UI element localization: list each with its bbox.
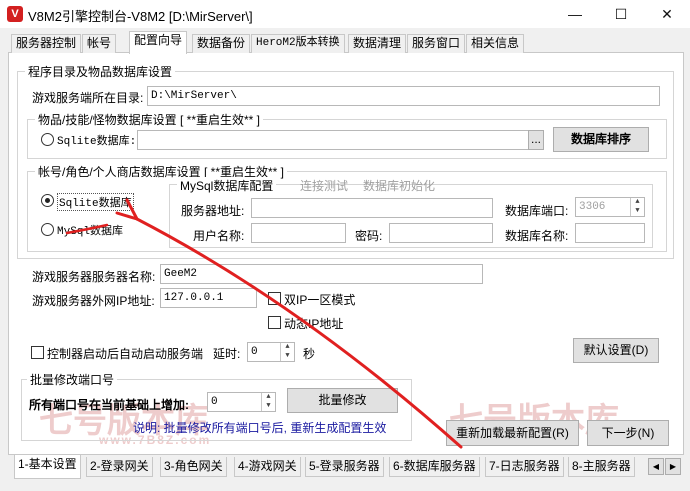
batch-ports-note: 说明: 批量修改所有端口号后, 重新生成配置生效: [133, 421, 387, 435]
server-addr-input[interactable]: [251, 198, 493, 218]
minimize-button[interactable]: —: [552, 0, 598, 28]
title-bar: V V8M2引擎控制台-V8M2 [D:\MirServer\] — ☐ ✕: [0, 0, 690, 28]
server-ip-label: 游戏服务器外网IP地址:: [32, 294, 155, 308]
items-db-group-title: 物品/技能/怪物数据库设置 [ **重启生效** ]: [35, 111, 264, 128]
port-increase-spinner[interactable]: ▲ ▼: [261, 393, 275, 411]
delay-value: 0: [251, 346, 258, 358]
browse-button[interactable]: ...: [528, 130, 544, 150]
delay-unit-label: 秒: [303, 347, 316, 361]
bottom-tab-db-server[interactable]: 6-数据库服务器: [389, 457, 480, 477]
username-input[interactable]: [251, 223, 346, 243]
autostart-label: 控制器启动后自动启动服务端: [47, 347, 204, 361]
program-dir-group-title: 程序目录及物品数据库设置: [25, 63, 176, 80]
bottom-tab-log-server[interactable]: 7-日志服务器: [485, 457, 564, 477]
next-step-button[interactable]: 下一步(N): [587, 420, 669, 446]
tab-service-window[interactable]: 服务窗口: [407, 34, 466, 53]
tab-config-wizard[interactable]: 配置向导: [129, 31, 188, 54]
db-port-value: 3306: [579, 201, 606, 213]
delay-spinner[interactable]: ▲ ▼: [280, 343, 294, 361]
server-dir-input[interactable]: D:\MirServer\: [147, 86, 660, 106]
password-input[interactable]: [389, 223, 493, 243]
items-sqlite-input[interactable]: [137, 130, 529, 150]
bottom-tab-login-gate[interactable]: 2-登录网关: [86, 457, 153, 477]
server-addr-label: 服务器地址:: [181, 204, 245, 218]
server-dir-label: 游戏服务端所在目录:: [32, 91, 144, 105]
dual-ip-label: 双IP一区模式: [284, 293, 356, 307]
db-port-spinner[interactable]: ▲ ▼: [630, 198, 644, 216]
db-sort-button[interactable]: 数据库排序: [553, 127, 649, 152]
bottom-tab-basic-settings[interactable]: 1-基本设置: [14, 455, 81, 479]
tab-data-cleanup[interactable]: 数据清理: [348, 34, 407, 53]
db-port-input[interactable]: 3306 ▲ ▼: [575, 197, 645, 217]
tabs-scroll-right-button[interactable]: ▶: [665, 458, 681, 475]
dynamic-ip-label: 动态IP地址: [284, 317, 344, 331]
tab-herom2-convert[interactable]: HeroM2版本转换: [251, 34, 345, 53]
config-wizard-panel: 七号版本库 七号版本库 www.7B8Z.com 程序目录及物品数据库设置 游戏…: [8, 53, 684, 455]
items-sqlite-label: Sqlite数据库:: [57, 136, 137, 148]
autostart-checkbox[interactable]: [31, 346, 44, 359]
account-sqlite-radio[interactable]: [41, 194, 54, 207]
bottom-tab-game-gate[interactable]: 4-游戏网关: [234, 457, 301, 477]
account-mysql-label: MySql数据库: [57, 226, 124, 238]
account-sqlite-label: Sqlite数据库: [57, 193, 134, 211]
default-settings-button[interactable]: 默认设置(D): [573, 338, 659, 363]
db-name-input[interactable]: [575, 223, 645, 243]
delay-label: 延时:: [213, 347, 241, 361]
items-sqlite-radio[interactable]: [41, 133, 54, 146]
reload-config-button[interactable]: 重新加载最新配置(R): [446, 420, 579, 446]
bottom-tab-main-server[interactable]: 8-主服务器: [568, 457, 635, 477]
window-title: V8M2引擎控制台-V8M2 [D:\MirServer\]: [28, 9, 253, 24]
batch-modify-button[interactable]: 批量修改: [287, 388, 398, 413]
db-port-label: 数据库端口:: [505, 204, 569, 218]
server-name-input[interactable]: GeeM2: [160, 264, 483, 284]
bottom-tab-login-server[interactable]: 5-登录服务器: [305, 457, 384, 477]
tab-data-backup[interactable]: 数据备份: [192, 34, 251, 53]
port-increase-label: 所有端口号在当前基础上增加:: [29, 398, 189, 412]
port-increase-value: 0: [211, 396, 218, 408]
delay-input[interactable]: 0 ▲ ▼: [247, 342, 295, 362]
username-label: 用户名称:: [193, 229, 245, 243]
db-name-label: 数据库名称:: [505, 229, 569, 243]
server-ip-input[interactable]: 127.0.0.1: [160, 288, 257, 308]
tab-related-info[interactable]: 相关信息: [466, 34, 525, 53]
tab-account[interactable]: 帐号: [82, 34, 117, 53]
tab-server-control[interactable]: 服务器控制: [11, 34, 82, 53]
app-icon: V: [7, 6, 23, 22]
account-mysql-radio[interactable]: [41, 223, 54, 236]
mysql-config-title: MySql数据库配置: [177, 177, 277, 194]
maximize-button[interactable]: ☐: [598, 0, 644, 28]
batch-ports-title: 批量修改端口号: [27, 371, 118, 388]
close-button[interactable]: ✕: [644, 0, 690, 28]
dynamic-ip-checkbox[interactable]: [268, 316, 281, 329]
password-label: 密码:: [355, 229, 383, 243]
port-increase-input[interactable]: 0 ▲ ▼: [207, 392, 276, 412]
dual-ip-checkbox[interactable]: [268, 292, 281, 305]
tabs-scroll-left-button[interactable]: ◀: [648, 458, 664, 475]
server-name-label: 游戏服务器服务器名称:: [32, 270, 156, 284]
bottom-tab-role-gate[interactable]: 3-角色网关: [160, 457, 227, 477]
init-db-link[interactable]: 数据库初始化: [363, 177, 435, 194]
test-connection-link[interactable]: 连接测试: [300, 177, 348, 194]
